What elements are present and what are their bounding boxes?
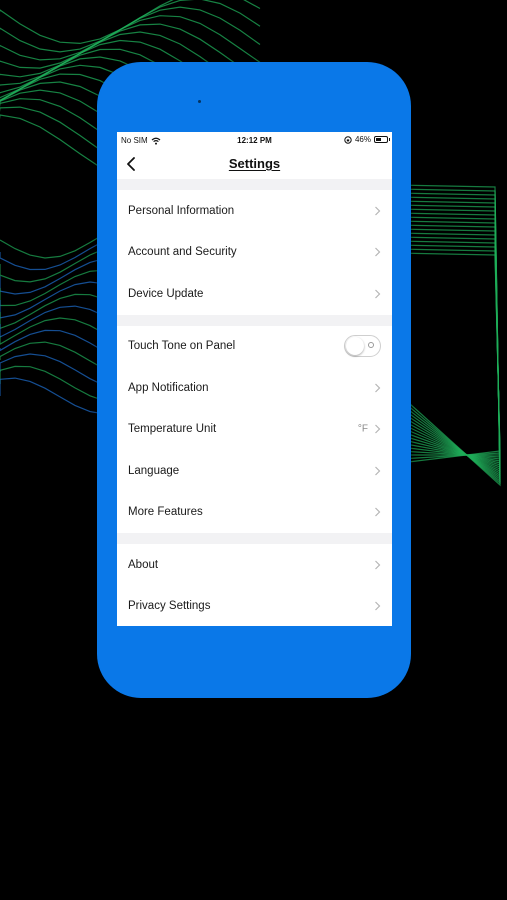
toggle-off-indicator	[368, 342, 374, 349]
page-title-text: Settings	[228, 156, 281, 171]
chevron-right-icon	[375, 601, 381, 611]
chevron-right-icon	[375, 507, 381, 517]
chevron-right-icon	[375, 383, 381, 393]
section-divider	[117, 533, 392, 544]
section-divider	[117, 314, 392, 326]
row-label: About	[128, 558, 159, 571]
row-label: Device Update	[128, 287, 204, 300]
row-account-security[interactable]: Account and Security	[117, 232, 392, 274]
toggle-knob	[346, 337, 364, 356]
battery-percent: 46%	[354, 135, 371, 144]
battery-icon	[374, 136, 390, 143]
chevron-right-icon	[375, 560, 381, 570]
section-divider	[117, 179, 392, 190]
settings-group-info: About Privacy Settings	[117, 544, 392, 626]
row-label: Privacy Settings	[128, 600, 211, 613]
row-about[interactable]: About	[117, 544, 392, 586]
settings-group-account: Personal Information Account and Securit…	[117, 190, 392, 315]
row-label: App Notification	[128, 381, 209, 394]
row-more-features[interactable]: More Features	[117, 492, 392, 534]
nav-bar: Settings	[117, 149, 392, 179]
temperature-unit-value: °F	[357, 423, 368, 435]
status-right: 46%	[344, 135, 390, 144]
row-app-notification[interactable]: App Notification	[117, 367, 392, 409]
chevron-right-icon	[375, 206, 381, 216]
row-device-update[interactable]: Device Update	[117, 273, 392, 315]
wave-line	[0, 6, 261, 61]
phone-earpiece	[198, 100, 201, 103]
row-temperature-unit[interactable]: Temperature Unit °F	[117, 409, 392, 451]
settings-group-preferences: Touch Tone on Panel App Notification Tem…	[117, 326, 392, 534]
chevron-right-icon	[375, 466, 381, 476]
wave-line	[0, 0, 261, 53]
row-touch-tone: Touch Tone on Panel	[117, 326, 392, 368]
row-label: Account and Security	[128, 246, 237, 259]
row-label: Language	[128, 464, 180, 477]
orientation-lock-icon	[344, 135, 352, 144]
row-label: More Features	[128, 506, 203, 519]
row-personal-information[interactable]: Personal Information	[117, 190, 392, 232]
chevron-right-icon	[375, 424, 381, 434]
row-privacy-settings[interactable]: Privacy Settings	[117, 586, 392, 627]
row-label: Personal Information	[128, 204, 235, 217]
phone-screen: No SIM 12:12 PM 46% Settings Personal In…	[117, 132, 392, 626]
row-label: Temperature Unit	[128, 423, 217, 436]
row-language[interactable]: Language	[117, 450, 392, 492]
touch-tone-toggle[interactable]	[344, 335, 381, 358]
app-preview-stage: No SIM 12:12 PM 46% Settings Personal In…	[0, 0, 507, 900]
status-bar: No SIM 12:12 PM 46%	[117, 132, 392, 149]
page-title: Settings	[117, 156, 392, 171]
battery-level-fill	[376, 138, 381, 141]
chevron-right-icon	[375, 247, 381, 257]
chevron-right-icon	[375, 289, 381, 299]
